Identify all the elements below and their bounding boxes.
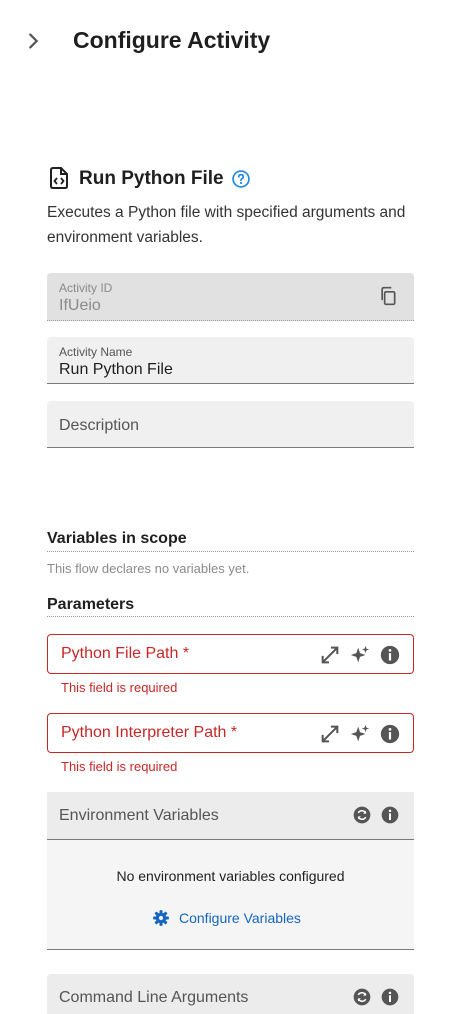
ai-sparkle-icon[interactable] xyxy=(349,723,371,745)
activity-description: Executes a Python file with specified ar… xyxy=(47,204,406,246)
parameters-section-title: Parameters xyxy=(47,596,414,617)
activity-header: Run Python File xyxy=(47,165,427,193)
activity-id-field: Activity ID IfUeio xyxy=(47,273,414,321)
info-icon[interactable] xyxy=(380,805,400,825)
activity-title: Run Python File xyxy=(79,168,224,189)
refresh-icon[interactable] xyxy=(352,805,372,825)
chevron-right-icon[interactable] xyxy=(22,30,44,52)
expand-icon[interactable] xyxy=(319,723,341,745)
python-interpreter-path-input[interactable]: Python Interpreter Path * xyxy=(47,713,414,753)
help-circle-icon[interactable] xyxy=(231,169,251,189)
info-icon[interactable] xyxy=(379,723,401,745)
info-icon[interactable] xyxy=(379,644,401,666)
expand-icon[interactable] xyxy=(319,644,341,666)
environment-empty-message: No environment variables configured xyxy=(116,868,345,884)
description-field[interactable]: Description xyxy=(47,401,414,448)
refresh-icon[interactable] xyxy=(352,987,372,1007)
activity-name-label: Activity Name xyxy=(59,345,133,359)
configure-variables-label: Configure Variables xyxy=(179,910,301,926)
code-file-icon xyxy=(50,167,68,189)
activity-id-value: IfUeio xyxy=(59,297,101,314)
python-file-path-input[interactable]: Python File Path * xyxy=(47,634,414,674)
header: Configure Activity xyxy=(0,0,470,84)
command-line-arguments-title: Command Line Arguments xyxy=(59,989,249,1006)
page-title: Configure Activity xyxy=(73,27,271,53)
activity-name-value[interactable]: Run Python File xyxy=(59,361,173,379)
command-line-arguments-panel[interactable]: Command Line Arguments xyxy=(47,974,414,1014)
variables-section-title: Variables in scope xyxy=(47,530,414,552)
activity-name-field[interactable]: Activity Name Run Python File xyxy=(47,337,414,384)
variables-note: This flow declares no variables yet. xyxy=(47,561,250,576)
ai-sparkle-icon[interactable] xyxy=(349,644,371,666)
environment-variables-header[interactable]: Environment Variables xyxy=(47,792,414,840)
info-icon[interactable] xyxy=(380,987,400,1007)
python-file-path-placeholder: Python File Path * xyxy=(61,645,190,662)
copy-icon[interactable] xyxy=(378,286,398,306)
python-interpreter-path-error: This field is required xyxy=(61,759,178,774)
activity-id-label: Activity ID xyxy=(59,281,113,295)
python-interpreter-path-placeholder: Python Interpreter Path * xyxy=(61,724,238,741)
environment-variables-panel: Environment Variables No environment var… xyxy=(47,792,414,950)
environment-variables-title: Environment Variables xyxy=(59,807,219,824)
description-placeholder: Description xyxy=(59,417,140,434)
gear-icon xyxy=(153,910,169,926)
configure-variables-button[interactable]: Configure Variables xyxy=(152,907,301,929)
python-file-path-error: This field is required xyxy=(61,680,178,695)
